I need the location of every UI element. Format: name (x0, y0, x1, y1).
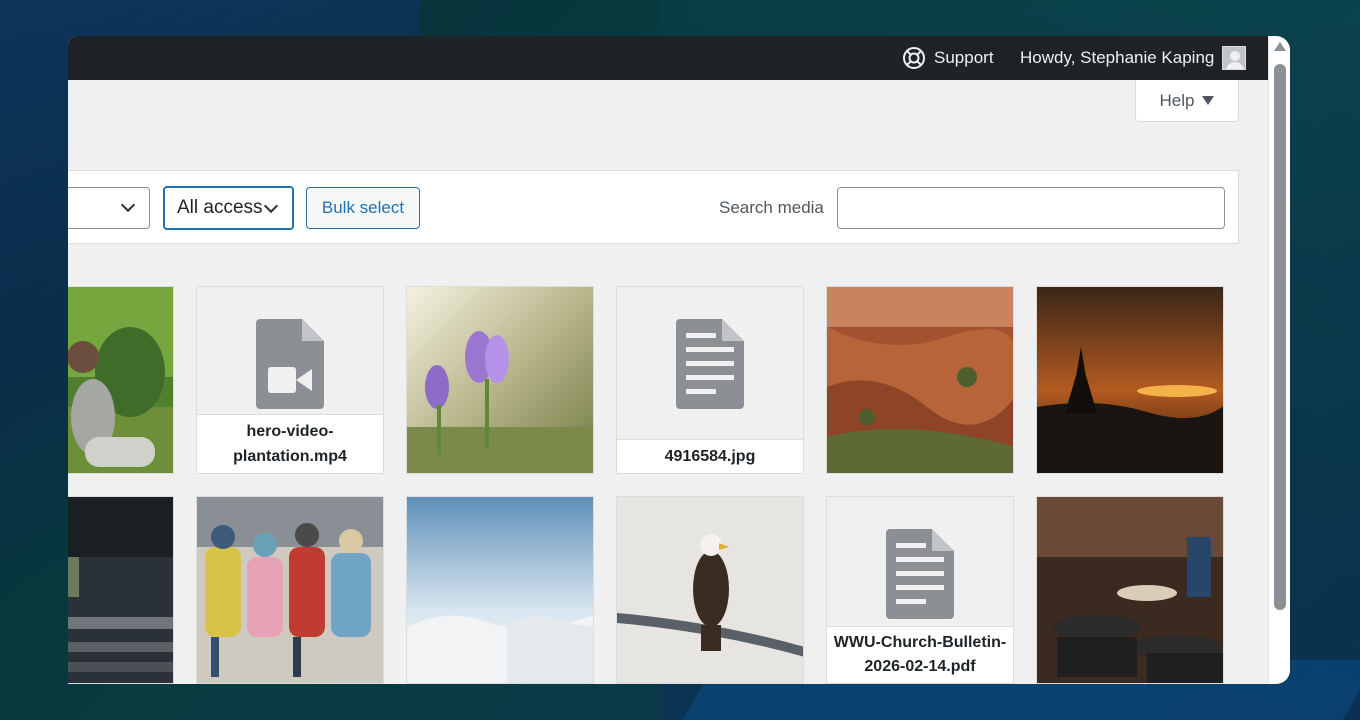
media-item-photo[interactable] (616, 496, 804, 684)
support-label: Support (934, 48, 994, 67)
media-item-photo[interactable] (68, 496, 174, 684)
photo-snow-icon (407, 497, 593, 683)
media-item-photo[interactable] (826, 286, 1014, 474)
search-label: Search media (719, 198, 824, 217)
photo-eagle-icon (617, 497, 803, 683)
media-filename: hero-video-plantation.mp4 (197, 414, 383, 473)
access-filter-value: All access (177, 197, 263, 218)
photo-sunset-icon (1037, 287, 1223, 473)
support-link[interactable]: Support (902, 36, 994, 80)
chevron-down-icon (263, 198, 279, 214)
bulk-select-button[interactable]: Bulk select (306, 187, 420, 229)
chevron-down-icon (120, 197, 136, 213)
video-file-icon (256, 319, 324, 409)
photo-person-icon (68, 287, 173, 473)
help-label: Help (1159, 90, 1195, 110)
howdy-label: Howdy, Stephanie Kaping (1020, 48, 1215, 67)
media-filename: 4916584.jpg (617, 439, 803, 473)
vertical-scrollbar[interactable] (1268, 36, 1290, 684)
photo-crocus-icon (407, 287, 593, 473)
media-filename: WWU-Church-Bulletin-2026-02-14.pdf (827, 626, 1013, 683)
access-filter-select[interactable]: All access (163, 186, 294, 230)
media-item-document[interactable]: WWU-Church-Bulletin-2026-02-14.pdf (826, 496, 1014, 684)
lifebuoy-icon (903, 47, 925, 69)
scroll-up-arrow-icon[interactable] (1274, 42, 1286, 51)
document-file-icon (886, 529, 954, 619)
browser-window: Support Howdy, Stephanie Kaping Help All… (68, 36, 1290, 684)
search-input[interactable] (837, 187, 1225, 229)
media-item-photo[interactable] (1036, 286, 1224, 474)
media-item-document[interactable]: 4916584.jpg (616, 286, 804, 474)
document-file-icon (676, 319, 744, 409)
photo-stage-icon (68, 497, 173, 683)
account-menu[interactable]: Howdy, Stephanie Kaping (1020, 36, 1247, 80)
media-item-photo[interactable] (68, 286, 174, 474)
photo-buffet-icon (1037, 497, 1223, 683)
media-toolbar: All access Bulk select Search media (68, 170, 1239, 244)
caret-down-icon (1202, 96, 1215, 105)
photo-children-icon (197, 497, 383, 683)
media-item-video[interactable]: hero-video-plantation.mp4 (196, 286, 384, 474)
media-item-photo[interactable] (1036, 496, 1224, 684)
help-button[interactable]: Help (1135, 80, 1239, 122)
media-item-photo[interactable] (406, 496, 594, 684)
avatar (1222, 46, 1247, 70)
photo-canyon-icon (827, 287, 1013, 473)
admin-bar: Support Howdy, Stephanie Kaping (68, 36, 1290, 80)
scroll-thumb[interactable] (1274, 64, 1286, 610)
media-item-photo[interactable] (406, 286, 594, 474)
media-item-photo[interactable] (196, 496, 384, 684)
media-type-select[interactable] (68, 187, 150, 229)
